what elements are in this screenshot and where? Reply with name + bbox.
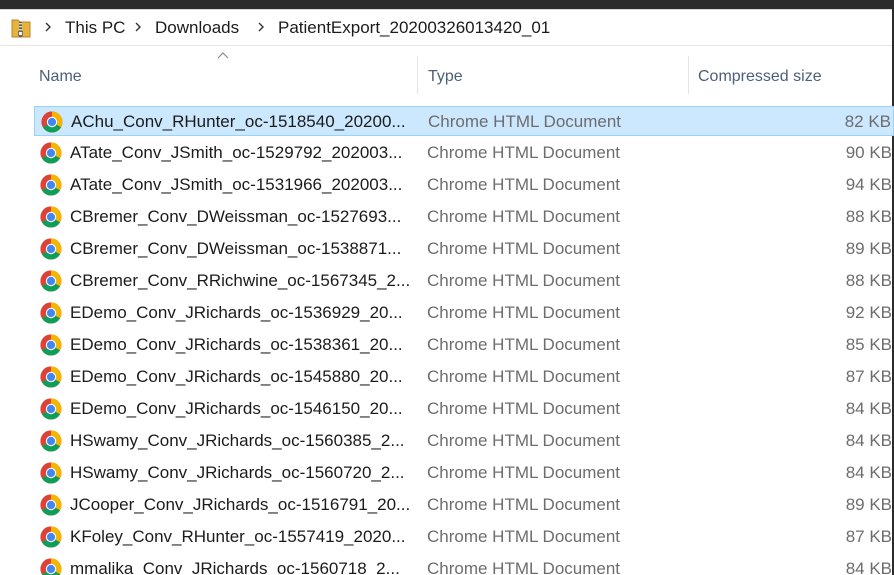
file-row[interactable]: CBremer_Conv_RRichwine_oc-1567345_2... C… [34,266,894,296]
chrome-icon [40,270,62,292]
file-row[interactable]: EDemo_Conv_JRichards_oc-1538361_20... Ch… [34,330,894,360]
chevron-right-icon[interactable] [132,20,144,34]
chrome-icon [40,462,62,484]
file-row[interactable]: EDemo_Conv_JRichards_oc-1546150_20... Ch… [34,394,894,424]
column-headers: Name Type Compressed size [0,46,892,104]
file-type: Chrome HTML Document [428,112,622,131]
file-row[interactable]: ATate_Conv_JSmith_oc-1529792_202003... C… [34,138,894,168]
file-row[interactable]: JCooper_Conv_JRichards_oc-1516791_20... … [34,490,894,520]
breadcrumb[interactable]: This PC Downloads PatientExport_20200326… [0,10,892,46]
file-name: ATate_Conv_JSmith_oc-1531966_202003... [70,175,403,194]
file-row[interactable]: KFoley_Conv_RHunter_oc-1557419_2020... C… [34,522,894,552]
file-type: Chrome HTML Document [427,367,621,386]
window-top-edge [0,0,894,9]
chrome-icon [40,238,62,260]
file-size: 84 KB [845,431,892,450]
file-size: 82 KB [844,112,891,131]
file-name: CBremer_Conv_DWeissman_oc-1527693... [70,207,402,226]
column-header-type[interactable]: Type [428,66,463,88]
chrome-icon [40,430,62,452]
file-name: HSwamy_Conv_JRichards_oc-1560385_2... [70,431,405,450]
file-row[interactable]: EDemo_Conv_JRichards_oc-1545880_20... Ch… [34,362,894,392]
file-row[interactable]: EDemo_Conv_JRichards_oc-1536929_20... Ch… [34,298,894,328]
file-name: ATate_Conv_JSmith_oc-1529792_202003... [70,143,403,162]
file-row[interactable]: CBremer_Conv_DWeissman_oc-1538871... Chr… [34,234,894,264]
file-type: Chrome HTML Document [427,175,621,194]
file-name: EDemo_Conv_JRichards_oc-1546150_20... [70,399,403,418]
file-name: EDemo_Conv_JRichards_oc-1545880_20... [70,367,403,386]
chrome-icon [40,206,62,228]
file-name: CBremer_Conv_DWeissman_oc-1538871... [70,239,402,258]
file-name: HSwamy_Conv_JRichards_oc-1560720_2... [70,463,405,482]
file-size: 87 KB [845,527,892,546]
file-type: Chrome HTML Document [427,527,621,546]
file-row[interactable]: CBremer_Conv_DWeissman_oc-1527693... Chr… [34,202,894,232]
file-row[interactable]: ATate_Conv_JSmith_oc-1531966_202003... C… [34,170,894,200]
file-size: 94 KB [845,175,892,194]
chevron-right-icon[interactable] [255,20,267,34]
file-size: 89 KB [845,239,892,258]
column-header-compressed-size[interactable]: Compressed size [698,66,822,88]
file-row[interactable]: HSwamy_Conv_JRichards_oc-1560720_2... Ch… [34,458,894,488]
file-type: Chrome HTML Document [427,239,621,258]
sort-ascending-icon [217,52,229,59]
chrome-icon [40,174,62,196]
file-type: Chrome HTML Document [427,271,621,290]
zip-folder-icon [11,19,31,38]
file-row[interactable]: HSwamy_Conv_JRichards_oc-1560385_2... Ch… [34,426,894,456]
file-row[interactable]: mmalika_Conv_JRichards_oc-1560718_2... C… [34,554,894,575]
column-divider[interactable] [688,56,689,94]
file-type: Chrome HTML Document [427,303,621,322]
file-size: 84 KB [845,559,892,575]
file-name: mmalika_Conv_JRichards_oc-1560718_2... [70,559,400,575]
file-type: Chrome HTML Document [427,207,621,226]
chrome-icon [40,142,62,164]
file-type: Chrome HTML Document [427,335,621,354]
file-name: AChu_Conv_RHunter_oc-1518540_20200... [71,112,406,131]
file-explorer-window: This PC Downloads PatientExport_20200326… [0,0,894,575]
file-name: EDemo_Conv_JRichards_oc-1536929_20... [70,303,403,322]
file-type: Chrome HTML Document [427,431,621,450]
chrome-icon [40,494,62,516]
chrome-icon [41,111,63,133]
chrome-icon [40,302,62,324]
chrome-icon [40,558,62,575]
file-name: CBremer_Conv_RRichwine_oc-1567345_2... [70,271,411,290]
file-size: 88 KB [845,207,892,226]
file-size: 84 KB [845,399,892,418]
file-type: Chrome HTML Document [427,495,621,514]
file-type: Chrome HTML Document [427,143,621,162]
file-size: 85 KB [845,335,892,354]
breadcrumb-item-this-pc[interactable]: This PC [65,17,125,39]
file-size: 90 KB [845,143,892,162]
chrome-icon [40,334,62,356]
file-size: 92 KB [845,303,892,322]
file-name: EDemo_Conv_JRichards_oc-1538361_20... [70,335,403,354]
file-size: 88 KB [845,271,892,290]
file-size: 87 KB [845,367,892,386]
chrome-icon [40,526,62,548]
file-row[interactable]: AChu_Conv_RHunter_oc-1518540_20200... Ch… [34,106,894,136]
file-type: Chrome HTML Document [427,463,621,482]
chevron-right-icon[interactable] [42,20,54,34]
column-header-name[interactable]: Name [39,66,82,88]
file-name: JCooper_Conv_JRichards_oc-1516791_20... [70,495,411,514]
file-type: Chrome HTML Document [427,399,621,418]
breadcrumb-item-downloads[interactable]: Downloads [155,17,239,39]
file-name: KFoley_Conv_RHunter_oc-1557419_2020... [70,527,406,546]
chrome-icon [40,398,62,420]
chrome-icon [40,366,62,388]
column-divider[interactable] [417,56,418,94]
file-size: 89 KB [845,495,892,514]
file-type: Chrome HTML Document [427,559,621,575]
file-size: 84 KB [845,463,892,482]
breadcrumb-item-patient-export[interactable]: PatientExport_20200326013420_01 [278,17,550,39]
